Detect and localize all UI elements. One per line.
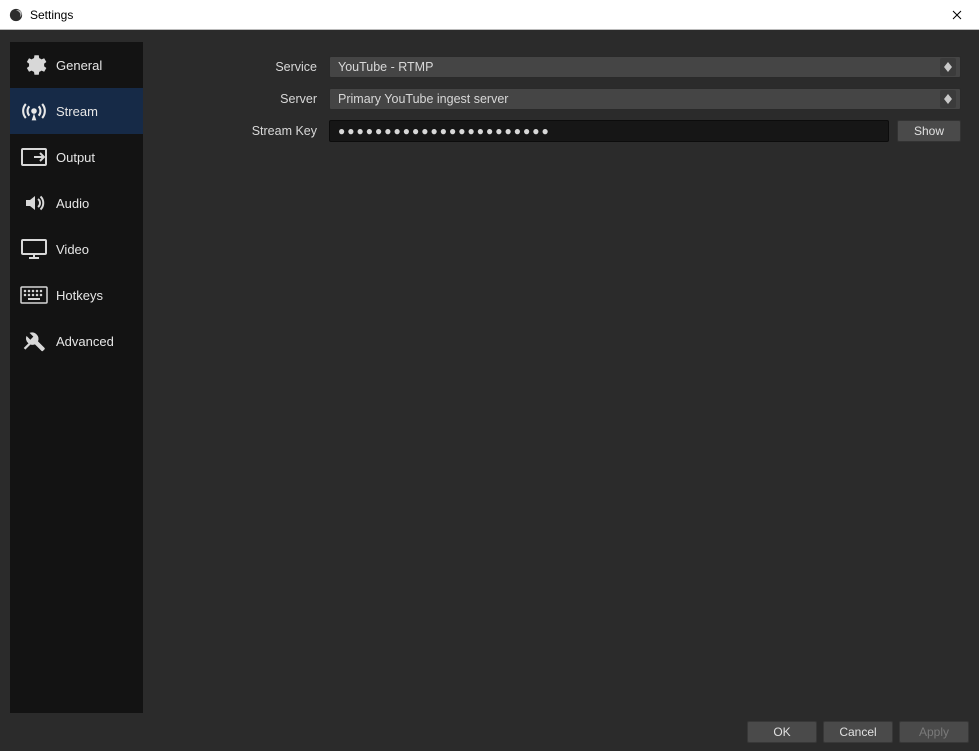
speaker-icon xyxy=(20,189,48,217)
combo-spinner-icon xyxy=(940,58,956,76)
gear-icon xyxy=(20,51,48,79)
ok-button-label: OK xyxy=(773,725,790,739)
sidebar-item-label: Stream xyxy=(56,104,98,119)
ok-button[interactable]: OK xyxy=(747,721,817,743)
service-label: Service xyxy=(161,60,321,74)
cancel-button[interactable]: Cancel xyxy=(823,721,893,743)
sidebar-item-label: Video xyxy=(56,242,89,257)
streamkey-label: Stream Key xyxy=(161,124,321,138)
sidebar-item-output[interactable]: Output xyxy=(10,134,143,180)
sidebar-item-label: General xyxy=(56,58,102,73)
server-label: Server xyxy=(161,92,321,106)
content-row: General Stream xyxy=(0,30,979,713)
sidebar-item-audio[interactable]: Audio xyxy=(10,180,143,226)
server-combo-value: Primary YouTube ingest server xyxy=(338,92,940,106)
service-row: Service YouTube - RTMP xyxy=(161,56,961,78)
server-combo[interactable]: Primary YouTube ingest server xyxy=(329,88,961,110)
sidebar-item-general[interactable]: General xyxy=(10,42,143,88)
sidebar-item-label: Output xyxy=(56,150,95,165)
sidebar-item-label: Audio xyxy=(56,196,89,211)
window-title: Settings xyxy=(30,8,934,22)
sidebar-item-label: Hotkeys xyxy=(56,288,103,303)
keyboard-icon xyxy=(20,281,48,309)
sidebar-item-label: Advanced xyxy=(56,334,114,349)
sidebar-item-advanced[interactable]: Advanced xyxy=(10,318,143,364)
sidebar-item-video[interactable]: Video xyxy=(10,226,143,272)
show-button-label: Show xyxy=(914,124,944,138)
obs-app-icon xyxy=(8,7,24,23)
output-icon xyxy=(20,143,48,171)
apply-button-label: Apply xyxy=(919,725,949,739)
dialog-footer: OK Cancel Apply xyxy=(0,713,979,751)
settings-body: General Stream xyxy=(0,30,979,751)
server-row: Server Primary YouTube ingest server xyxy=(161,88,961,110)
stream-settings-panel: Service YouTube - RTMP Server Primary Yo… xyxy=(143,42,979,713)
service-combo[interactable]: YouTube - RTMP xyxy=(329,56,961,78)
apply-button[interactable]: Apply xyxy=(899,721,969,743)
monitor-icon xyxy=(20,235,48,263)
sidebar-item-stream[interactable]: Stream xyxy=(10,88,143,134)
sidebar: General Stream xyxy=(10,42,143,713)
streamkey-masked-value: ●●●●●●●●●●●●●●●●●●●●●●● xyxy=(338,124,551,138)
titlebar: Settings xyxy=(0,0,979,30)
close-button[interactable] xyxy=(934,0,979,29)
antenna-icon xyxy=(20,97,48,125)
cancel-button-label: Cancel xyxy=(839,725,876,739)
service-combo-value: YouTube - RTMP xyxy=(338,60,940,74)
tools-icon xyxy=(20,327,48,355)
combo-spinner-icon xyxy=(940,90,956,108)
streamkey-row: Stream Key ●●●●●●●●●●●●●●●●●●●●●●● Show xyxy=(161,120,961,142)
show-streamkey-button[interactable]: Show xyxy=(897,120,961,142)
streamkey-input[interactable]: ●●●●●●●●●●●●●●●●●●●●●●● xyxy=(329,120,889,142)
sidebar-item-hotkeys[interactable]: Hotkeys xyxy=(10,272,143,318)
